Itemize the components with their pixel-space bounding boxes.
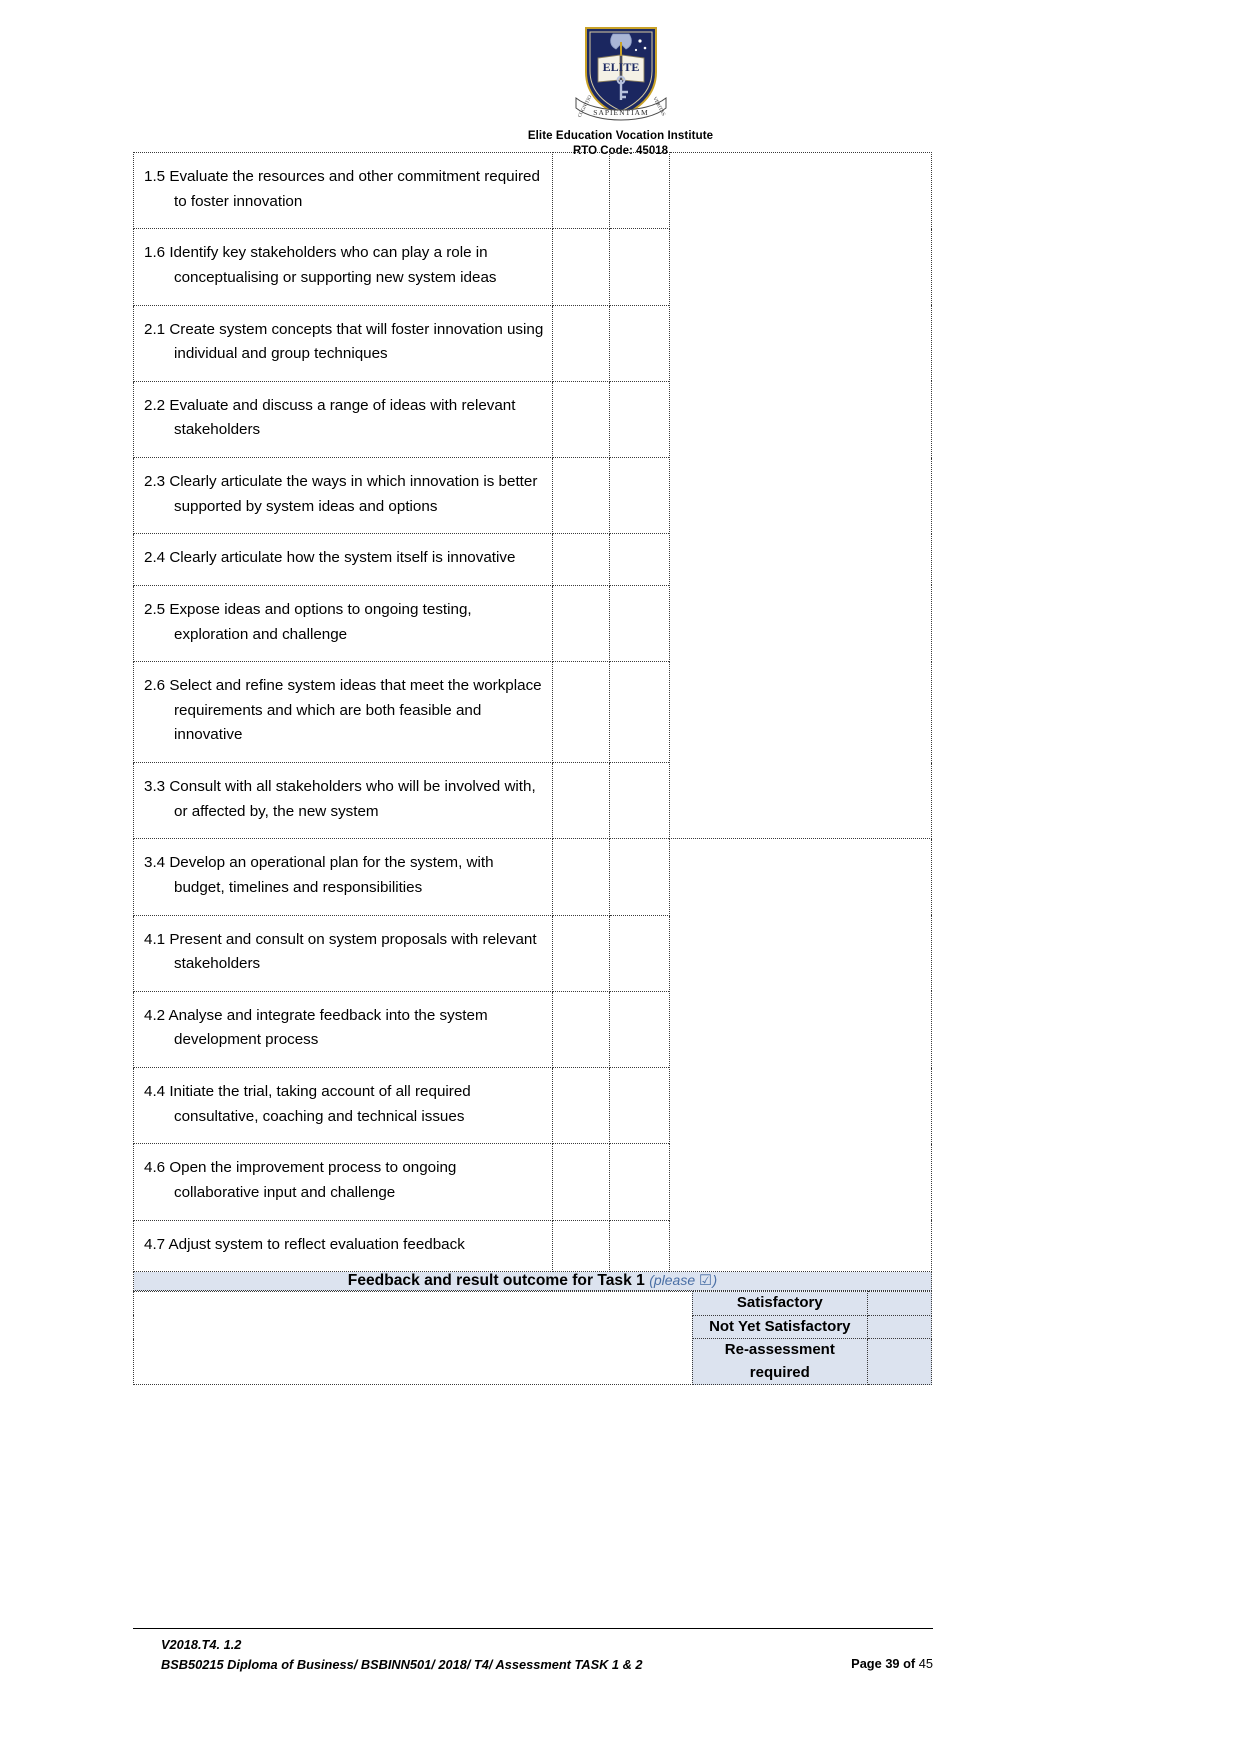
criteria-text: 4.1 Present and consult on system propos… bbox=[144, 930, 537, 973]
criteria-cell: 2.6 Select and refine system ideas that … bbox=[133, 661, 553, 763]
criteria-text: 4.4 Initiate the trial, taking account o… bbox=[144, 1083, 471, 1125]
criteria-text: 1.6 Identify key stakeholders who can pl… bbox=[144, 244, 497, 286]
comments-cell-lower[interactable] bbox=[668, 838, 933, 1273]
table-row: 1.5 Evaluate the resources and other com… bbox=[133, 151, 933, 840]
yes-checkbox-cell[interactable] bbox=[551, 456, 610, 535]
yes-checkbox-cell[interactable] bbox=[551, 761, 610, 840]
criteria-text: 2.3 Clearly articulate the ways in which… bbox=[144, 473, 538, 515]
no-checkbox-cell[interactable] bbox=[608, 761, 670, 840]
criteria-cell: 2.2 Evaluate and discuss a range of idea… bbox=[133, 380, 553, 459]
criteria-text: 2.6 Select and refine system ideas that … bbox=[144, 677, 542, 744]
no-checkbox-cell[interactable] bbox=[608, 914, 670, 992]
checked-box-icon: ☑ bbox=[699, 1273, 713, 1290]
outcome-tick-re-assessment-required[interactable] bbox=[866, 1338, 933, 1386]
outcome-label-not-yet-satisfactory: Not Yet Satisfactory bbox=[691, 1314, 868, 1340]
footer-page-word: Page bbox=[851, 1655, 882, 1671]
no-checkbox-cell[interactable] bbox=[608, 304, 670, 382]
yes-checkbox-cell[interactable] bbox=[551, 990, 610, 1069]
yes-checkbox-cell[interactable] bbox=[551, 1143, 610, 1221]
outcome-row: Satisfactory bbox=[133, 1291, 933, 1386]
footer-page-indicator: Page 39 of 45 bbox=[851, 1654, 933, 1675]
footer-divider bbox=[133, 1628, 933, 1629]
table-row: 3.4 Develop an operational plan for the … bbox=[133, 838, 933, 1273]
no-checkbox-cell[interactable] bbox=[608, 1066, 670, 1145]
feedback-note-close: ) bbox=[712, 1272, 718, 1289]
criteria-text: 4.2 Analyse and integrate feedback into … bbox=[144, 1006, 488, 1049]
feedback-comments-area[interactable] bbox=[133, 1291, 693, 1386]
footer-page-number: 39 bbox=[885, 1655, 900, 1671]
no-checkbox-cell[interactable] bbox=[608, 1143, 670, 1221]
criteria-text: 1.5 Evaluate the resources and other com… bbox=[144, 168, 540, 210]
criteria-cell: 3.4 Develop an operational plan for the … bbox=[133, 838, 553, 916]
criteria-text: 3.4 Develop an operational plan for the … bbox=[144, 854, 494, 896]
footer-left-block: V2018.T4. 1.2 BSB50215 Diploma of Busine… bbox=[133, 1635, 643, 1675]
feedback-title: Feedback and result outcome for Task 1 bbox=[347, 1272, 645, 1290]
criteria-text: 2.5 Expose ideas and options to ongoing … bbox=[144, 600, 472, 643]
yes-checkbox-cell[interactable] bbox=[551, 304, 610, 382]
yes-checkbox-cell[interactable] bbox=[551, 838, 610, 916]
no-checkbox-cell[interactable] bbox=[608, 1219, 670, 1273]
outcome-tick-satisfactory[interactable] bbox=[866, 1291, 933, 1316]
criteria-text: 2.2 Evaluate and discuss a range of idea… bbox=[144, 396, 516, 439]
criteria-cell: 2.3 Clearly articulate the ways in which… bbox=[133, 456, 553, 535]
criteria-cell: 2.5 Expose ideas and options to ongoing … bbox=[133, 584, 553, 663]
criteria-cell: 4.2 Analyse and integrate feedback into … bbox=[133, 990, 553, 1069]
outcome-table: Satisfactory Not Yet Satisfactory Re-ass… bbox=[133, 1291, 933, 1386]
criteria-cell: 2.4 Clearly articulate how the system it… bbox=[133, 533, 553, 586]
no-checkbox-cell[interactable] bbox=[608, 228, 670, 306]
yes-checkbox-cell[interactable] bbox=[551, 914, 610, 992]
yes-checkbox-cell[interactable] bbox=[551, 661, 610, 763]
organisation-name: Elite Education Vocation Institute bbox=[527, 130, 714, 142]
svg-text:ELITE: ELITE bbox=[602, 60, 639, 74]
outcome-label-satisfactory: Satisfactory bbox=[691, 1291, 868, 1316]
criteria-text: 4.7 Adjust system to reflect evaluation … bbox=[144, 1235, 465, 1253]
outcome-tick-not-yet-satisfactory[interactable] bbox=[866, 1314, 933, 1340]
criteria-cell: 4.4 Initiate the trial, taking account o… bbox=[133, 1066, 553, 1145]
footer-version: V2018.T4. 1.2 bbox=[161, 1637, 242, 1652]
page-footer: V2018.T4. 1.2 BSB50215 Diploma of Busine… bbox=[133, 1628, 933, 1675]
yes-checkbox-cell[interactable] bbox=[551, 1066, 610, 1145]
feedback-note-open: (please bbox=[649, 1272, 696, 1289]
yes-checkbox-cell[interactable] bbox=[551, 228, 610, 306]
elite-shield-crest-icon: ELITE SAPIENTIAM COGNITIO VERITAS bbox=[575, 27, 666, 121]
criteria-cell: 2.1 Create system concepts that will fos… bbox=[133, 304, 553, 382]
yes-checkbox-cell[interactable] bbox=[551, 151, 610, 230]
criteria-text: 2.1 Create system concepts that will fos… bbox=[144, 320, 544, 363]
no-checkbox-cell[interactable] bbox=[608, 990, 670, 1069]
comments-cell-upper[interactable] bbox=[668, 151, 933, 840]
yes-checkbox-cell[interactable] bbox=[551, 1219, 610, 1273]
criteria-text: 4.6 Open the improvement process to ongo… bbox=[144, 1159, 457, 1201]
criteria-table-body: 1.5 Evaluate the resources and other com… bbox=[133, 151, 933, 1292]
no-checkbox-cell[interactable] bbox=[608, 151, 670, 230]
yes-checkbox-cell[interactable] bbox=[551, 533, 610, 586]
svg-text:SAPIENTIAM: SAPIENTIAM bbox=[593, 108, 648, 117]
feedback-band-row: Feedback and result outcome for Task 1 (… bbox=[133, 1271, 932, 1292]
criteria-cell: 4.6 Open the improvement process to ongo… bbox=[133, 1143, 553, 1221]
criteria-cell: 4.7 Adjust system to reflect evaluation … bbox=[133, 1219, 553, 1273]
no-checkbox-cell[interactable] bbox=[608, 533, 670, 586]
no-checkbox-cell[interactable] bbox=[608, 456, 670, 535]
yes-checkbox-cell[interactable] bbox=[551, 380, 610, 459]
assessment-sheet: 1.5 Evaluate the resources and other com… bbox=[133, 151, 933, 1386]
yes-checkbox-cell[interactable] bbox=[551, 584, 610, 663]
feedback-band-cell: Feedback and result outcome for Task 1 (… bbox=[133, 1271, 932, 1292]
criteria-cell: 4.1 Present and consult on system propos… bbox=[133, 914, 553, 992]
criteria-cell: 1.5 Evaluate the resources and other com… bbox=[133, 151, 553, 230]
criteria-cell: 3.3 Consult with all stakeholders who wi… bbox=[133, 761, 553, 840]
criteria-text: 3.3 Consult with all stakeholders who wi… bbox=[144, 778, 536, 820]
footer-course-line: BSB50215 Diploma of Business/ BSBINN501/… bbox=[161, 1656, 643, 1672]
no-checkbox-cell[interactable] bbox=[608, 380, 670, 459]
criteria-cell: 1.6 Identify key stakeholders who can pl… bbox=[133, 228, 553, 306]
no-checkbox-cell[interactable] bbox=[608, 838, 670, 916]
document-header: ELITE SAPIENTIAM COGNITIO VERITAS Elite … bbox=[0, 0, 1241, 159]
criteria-table: 1.5 Evaluate the resources and other com… bbox=[133, 151, 933, 1292]
outcome-label-re-assessment-required: Re-assessment required bbox=[691, 1338, 868, 1386]
criteria-text: 2.4 Clearly articulate how the system it… bbox=[144, 549, 516, 567]
footer-page-total: 45 bbox=[918, 1655, 933, 1671]
no-checkbox-cell[interactable] bbox=[608, 584, 670, 663]
no-checkbox-cell[interactable] bbox=[608, 661, 670, 763]
footer-of-word: of bbox=[903, 1655, 916, 1671]
